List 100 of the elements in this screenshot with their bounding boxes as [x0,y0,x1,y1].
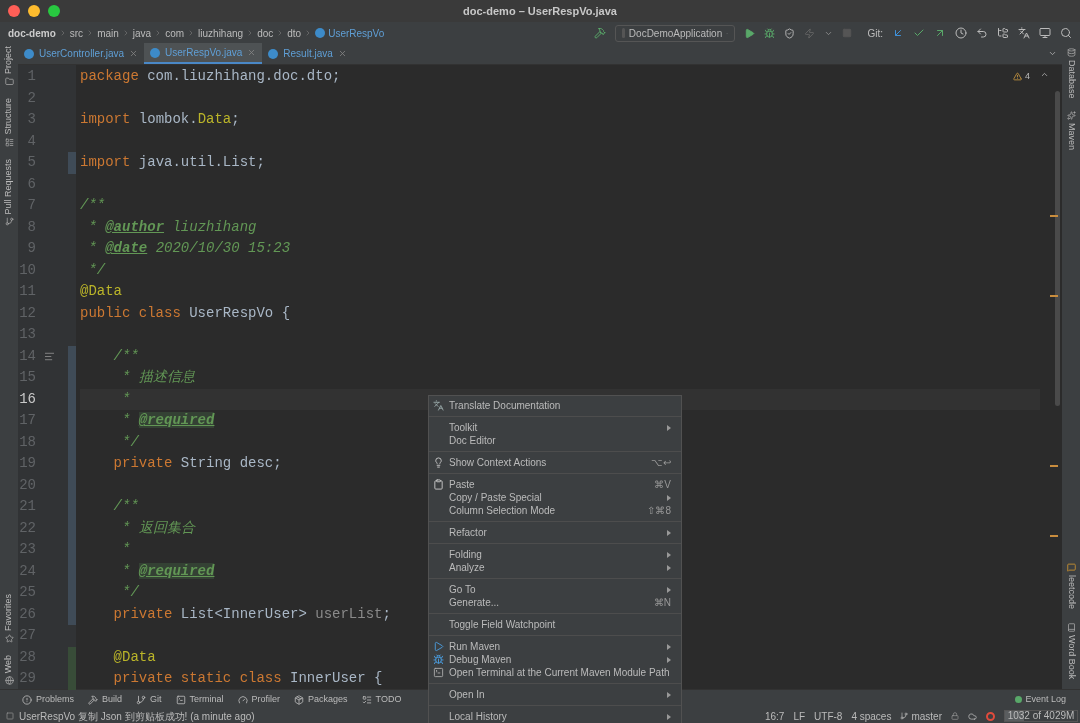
code-line: public class UserRespVo { [80,303,291,323]
breadcrumb[interactable]: doc [257,25,274,41]
lock-icon[interactable] [951,712,959,720]
menu-item[interactable]: Local History [429,710,681,723]
scrollbar-thumb[interactable] [1055,91,1060,406]
tool-window-tab[interactable]: Database [1064,48,1078,99]
push-icon[interactable] [934,27,946,39]
close-button[interactable] [8,5,20,17]
menu-item[interactable]: Doc Editor [429,434,681,447]
code-line: * @author liuzhihang [87,217,257,237]
coverage-icon[interactable] [784,27,796,39]
hammer-icon [88,694,98,705]
tool-window-tab[interactable]: Web [2,654,16,685]
next-icon[interactable] [1048,49,1057,58]
tool-window-tab[interactable]: Maven [1064,110,1078,150]
update-icon[interactable] [892,27,904,39]
editor-tab[interactable]: Result.java [262,43,353,64]
presentation-icon[interactable] [1039,27,1051,39]
breadcrumb[interactable]: java [132,25,152,41]
tool-window-button[interactable]: Packages [294,692,348,707]
tool-window-tab[interactable]: Pull Requests [2,158,16,227]
tool-window-button[interactable]: Git [136,692,162,707]
close-icon[interactable] [129,49,139,58]
code-line: * 返回集合 [121,518,195,538]
breadcrumb[interactable]: liuzhihang [198,25,244,41]
close-icon[interactable] [247,48,257,57]
code-line: private String desc; [112,454,282,474]
tool-window-tab[interactable]: Project [2,46,16,86]
code-line: */ [121,583,139,603]
previous-icon[interactable] [1040,70,1049,79]
menu-item[interactable]: Show Context Actions ⌥↩ [429,456,681,469]
history-icon[interactable] [955,27,967,39]
git-label: Git: [867,26,883,41]
tool-window-button[interactable]: Build [88,692,123,707]
menu-item[interactable]: Run Maven [429,640,681,653]
file-encoding[interactable]: UTF-8 [814,708,843,723]
error-stripe-marker [1050,295,1058,297]
close-icon[interactable] [337,49,347,58]
project-structure-icon[interactable] [997,27,1009,39]
menu-item[interactable]: Go To [429,583,681,596]
menu-item[interactable]: Open In [429,688,681,701]
tool-window-tab[interactable]: Structure [2,98,16,147]
code-line: /** [80,196,106,216]
tool-window-button[interactable]: Problems [22,692,74,707]
panel-toggle-icon[interactable] [6,712,14,720]
line-number: 16 [18,389,36,409]
minimize-button[interactable] [28,5,40,17]
menu-item[interactable]: Toolkit [429,421,681,434]
tool-window-button[interactable]: Terminal [175,692,224,707]
tool-window-tab[interactable]: Favorites [2,593,16,643]
run-configuration-dropdown[interactable]: DocDemoApplication [615,24,736,42]
google-icon[interactable] [986,711,995,721]
menu-item[interactable]: Generate... ⌘N [429,596,681,609]
status-message: UserRespVo 复制 Json 到剪贴板成功! (a minute ago) [19,709,255,723]
indent-setting[interactable]: 4 spaces [851,708,892,723]
menu-item[interactable]: Paste ⌘V [429,478,681,491]
debug-icon[interactable] [764,27,776,39]
menu-item[interactable]: Analyze [429,561,681,574]
breadcrumb[interactable]: src [69,25,84,41]
breadcrumb[interactable]: UserRespVo [328,25,385,41]
play-icon [433,641,444,652]
warning-count: 4 [1025,70,1030,83]
rollback-icon[interactable] [976,27,988,39]
render-doc-icon[interactable] [44,350,55,362]
build-icon[interactable] [594,27,607,39]
breadcrumb[interactable]: doc-demo [8,25,56,41]
tool-window-button[interactable]: TODO [361,692,402,707]
translate-icon[interactable] [1018,27,1030,39]
breadcrumb[interactable]: main [97,25,119,41]
warning-icon[interactable] [1013,72,1022,82]
tool-window-button[interactable]: Profiler [237,692,281,707]
menu-item[interactable]: Folding [429,548,681,561]
menu-item[interactable]: Debug Maven [429,653,681,666]
menu-item[interactable]: Refactor [429,526,681,539]
commit-icon[interactable] [913,27,925,39]
menu-item[interactable]: Toggle Field Watchpoint [429,618,681,631]
menu-item[interactable]: Open Terminal at the Current Maven Module Path [429,666,681,679]
cloud-icon[interactable] [968,711,977,721]
menu-item[interactable]: Translate Documentation [429,399,681,412]
menu-item[interactable]: Copy / Paste Special [429,491,681,504]
tool-window-icon [1066,110,1076,120]
caret-position[interactable]: 16:7 [764,708,785,723]
run-icon[interactable] [744,27,756,39]
code-line: package com.liuzhihang.doc.dto; [80,67,341,87]
tool-window-tab[interactable]: leetcode [1064,562,1078,609]
lightbulb-icon [433,457,444,468]
menu-item[interactable]: Column Selection Mode ⇧⌘8 [429,504,681,517]
maximize-button[interactable] [48,5,60,17]
code-line: * 描述信息 [121,368,195,388]
search-icon[interactable] [1060,27,1072,39]
line-separator[interactable]: LF [793,708,806,723]
breadcrumb[interactable]: dto [287,25,302,41]
class-icon [150,47,161,58]
git-branch-widget[interactable]: master [900,708,942,723]
memory-indicator[interactable]: 1032 of 4029M [1004,710,1078,722]
event-log-button[interactable]: Event Log [1015,692,1066,707]
tool-window-tab[interactable]: Word Book [1064,622,1078,679]
breadcrumb[interactable]: com [165,25,185,41]
editor-tab[interactable]: UserController.java [18,43,145,64]
code-line: * @date 2020/10/30 15:23 [87,239,291,259]
